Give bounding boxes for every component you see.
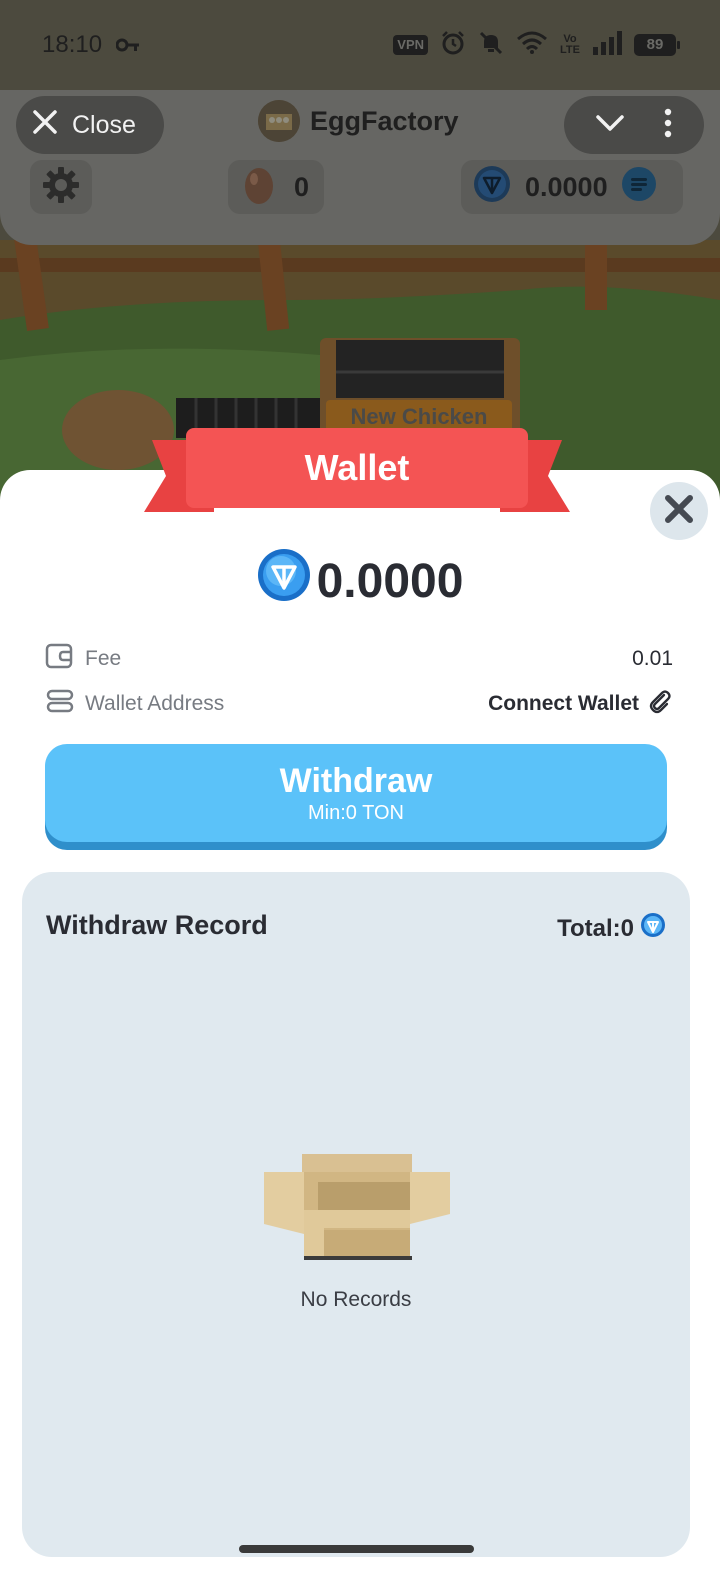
- paperclip-icon: [647, 688, 673, 720]
- volte-indicator: Vo LTE: [560, 33, 580, 56]
- wallet-balance: 0.0000: [0, 548, 720, 614]
- app-avatar: [258, 100, 300, 142]
- withdraw-button[interactable]: Withdraw Min:0 TON: [45, 744, 667, 842]
- ton-counter: 0.0000: [461, 160, 683, 214]
- withdraw-min: Min:0 TON: [308, 802, 404, 824]
- app-title: EggFactory: [258, 100, 459, 142]
- close-icon: [32, 109, 58, 142]
- ton-coin-icon: [257, 548, 311, 614]
- server-icon: [45, 689, 75, 719]
- withdraw-label: Withdraw: [279, 762, 433, 800]
- wallet-ribbon: Wallet: [144, 428, 570, 514]
- wallet-address-row: Wallet Address Connect Wallet: [45, 688, 673, 720]
- wallet-icon: [45, 642, 75, 676]
- panel-close-button[interactable]: [650, 482, 708, 540]
- ton-coin-icon: [473, 165, 511, 210]
- close-button[interactable]: Close: [16, 96, 164, 154]
- close-icon: [663, 493, 695, 530]
- home-indicator[interactable]: [239, 1545, 474, 1553]
- crate-label: New Chicken: [350, 404, 488, 429]
- swap-icon[interactable]: [621, 166, 656, 208]
- chevron-down-icon[interactable]: [595, 113, 625, 138]
- record-title: Withdraw Record: [46, 910, 268, 940]
- menu-pill: [564, 96, 704, 154]
- key-icon: [115, 31, 140, 59]
- status-time: 18:10: [42, 31, 103, 58]
- signal-icon: [592, 30, 622, 60]
- egg-counter: 0: [228, 160, 324, 214]
- ton-balance: 0.0000: [525, 171, 608, 202]
- empty-state-text: No Records: [300, 1288, 412, 1311]
- app-title-text: EggFactory: [310, 105, 459, 136]
- alarm-icon: [440, 30, 466, 61]
- battery-indicator: 89: [634, 34, 680, 56]
- settings-button[interactable]: [30, 160, 92, 214]
- wallet-title: Wallet: [304, 447, 410, 488]
- more-vert-icon[interactable]: [663, 108, 673, 143]
- fee-row: Fee 0.01: [45, 642, 673, 676]
- empty-box-icon: [264, 1154, 450, 1262]
- fee-label: Fee: [85, 647, 122, 670]
- wallet-address-label: Wallet Address: [85, 692, 225, 715]
- connect-wallet-link[interactable]: Connect Wallet: [488, 688, 673, 720]
- wallet-panel: 0.0000 Fee 0.01 Wallet Address Connect W…: [0, 470, 720, 1585]
- wifi-icon: [516, 31, 548, 60]
- mute-icon: [478, 30, 504, 61]
- egg-count: 0: [294, 171, 310, 202]
- withdraw-record-card: Withdraw Record Total:0 No Records: [22, 872, 690, 1557]
- record-total: Total:0: [557, 912, 666, 945]
- close-label: Close: [72, 110, 136, 139]
- balance-value: 0.0000: [316, 554, 464, 608]
- fee-value: 0.01: [632, 647, 673, 670]
- vpn-badge: VPN: [393, 35, 429, 55]
- status-bar: 18:10 VPN Vo LTE 89: [0, 0, 720, 90]
- gear-icon: [42, 166, 80, 209]
- ton-coin-icon: [640, 912, 666, 945]
- egg-icon: [242, 163, 276, 212]
- miniapp-header: Close EggFactory 0 0.0000: [0, 90, 720, 245]
